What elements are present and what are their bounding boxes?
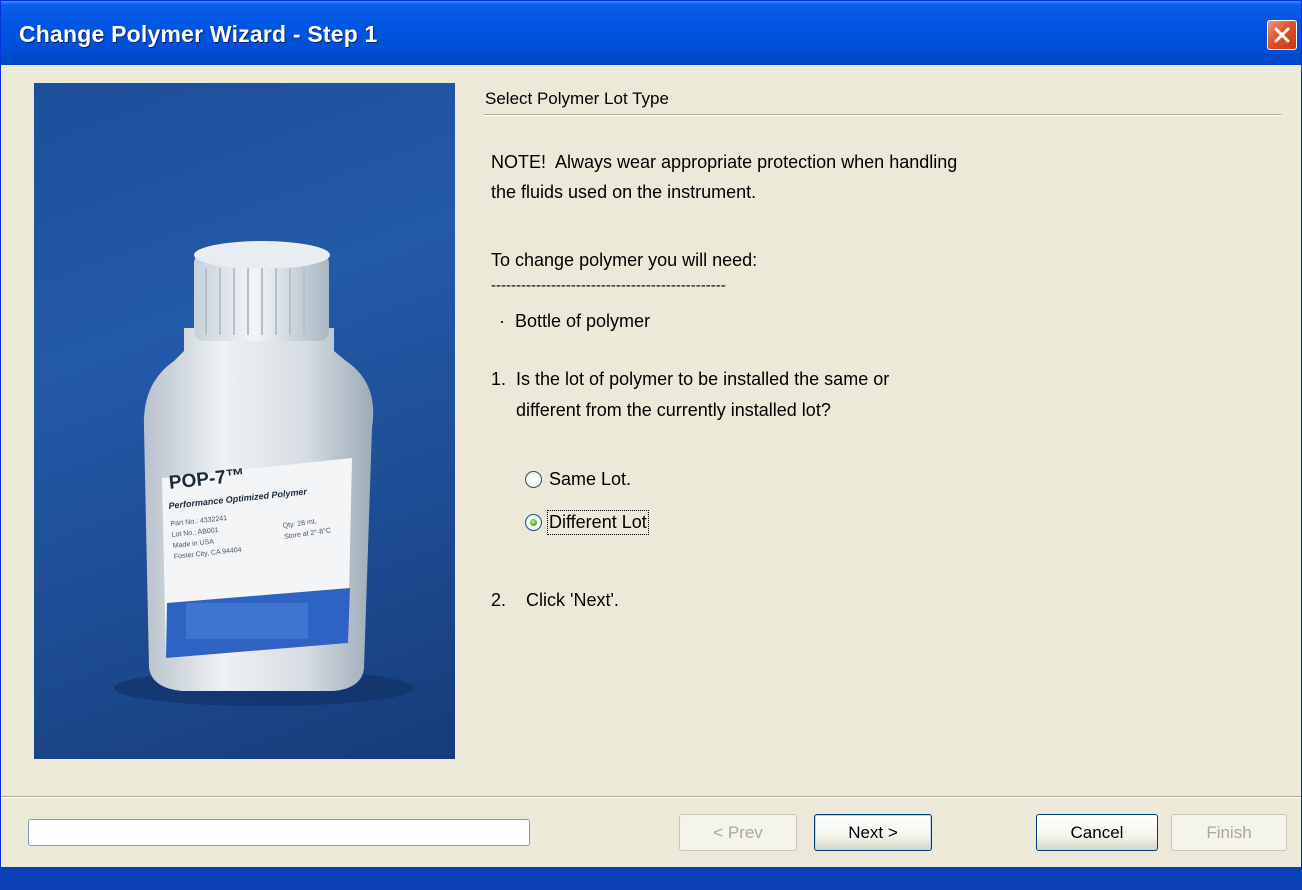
prev-button[interactable]: < Prev [679, 814, 797, 851]
close-icon [1274, 27, 1290, 43]
label-details: Part No.: 4332241 Lot No.: AB001 Made in… [170, 512, 242, 563]
radio-different-lot-label[interactable]: Different Lot [547, 510, 649, 535]
footer-divider [1, 796, 1301, 798]
radio-different-lot[interactable]: Different Lot [525, 510, 649, 535]
background-strip [0, 868, 1302, 890]
dashed-separator: ----------------------------------------… [491, 277, 726, 294]
polymer-bottle-photo: POP-7™ Performance Optimized Polymer Par… [34, 83, 455, 759]
step-2-text: 2. Click 'Next'. [491, 590, 619, 610]
question-line-1: 1. Is the lot of polymer to be installed… [491, 369, 890, 389]
note-line-2: the fluids used on the instrument. [491, 182, 757, 202]
radio-same-lot[interactable]: Same Lot. [525, 468, 632, 491]
bullet-item: · Bottle of polymer [494, 311, 651, 331]
radio-button[interactable] [525, 471, 542, 488]
need-heading: To change polymer you will need: [491, 250, 758, 270]
radio-button-checked[interactable] [525, 514, 542, 531]
radio-same-lot-label[interactable]: Same Lot. [548, 468, 632, 491]
title-bar[interactable]: Change Polymer Wizard - Step 1 [1, 1, 1301, 65]
next-button[interactable]: Next > [814, 814, 932, 851]
cancel-button[interactable]: Cancel [1036, 814, 1158, 851]
section-title: Select Polymer Lot Type [485, 89, 669, 108]
window-title: Change Polymer Wizard - Step 1 [19, 21, 378, 47]
section-divider [484, 114, 1281, 116]
question-line-2: different from the currently installed l… [491, 400, 831, 420]
note-line-1: NOTE! Always wear appropriate protection… [491, 152, 958, 172]
wizard-window: Change Polymer Wizard - Step 1 POP-7™ Pe… [0, 0, 1302, 868]
finish-button[interactable]: Finish [1171, 814, 1287, 851]
progress-field [28, 819, 530, 846]
close-button[interactable] [1267, 20, 1297, 50]
